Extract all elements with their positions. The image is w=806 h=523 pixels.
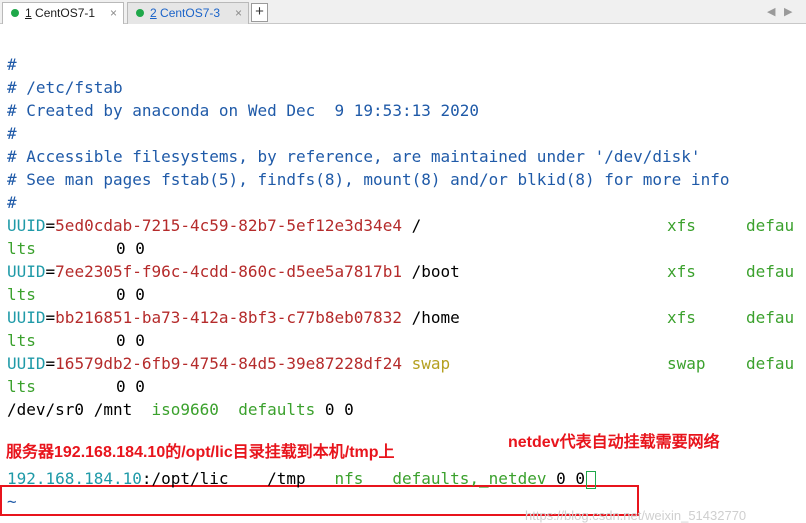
connected-status-icon [136,9,144,17]
tab-centos7-1[interactable]: 1 CentOS7-1 × [2,2,124,24]
mount-options-wrap: lts [7,377,36,396]
comment-line: # [7,124,17,143]
mount-options: defau [746,262,795,281]
fs-type: swap [667,354,706,373]
fs-type: xfs [667,216,696,235]
annotation-netdev-note: netdev代表自动挂载需要网络 [508,434,720,451]
comment-line: # Accessible filesystems, by reference, … [7,147,701,166]
scroll-tabs-left-icon[interactable]: ◀ [767,2,775,22]
comment-line: # /etc/fstab [7,78,123,97]
fstab-entry-sr0: /dev/sr0 /mnt iso9660 defaults 0 0 [7,400,354,419]
comment-line: # [7,193,17,212]
connected-status-icon [11,9,19,17]
tab-label: 2 CentOS7-3 [150,6,221,20]
dump-pass: 0 0 [116,239,145,258]
scroll-tabs-right-icon[interactable]: ▶ [784,2,792,22]
tab-label: 1 CentOS7-1 [25,6,96,20]
dump-pass: 0 0 [116,377,145,396]
comment-line: # Created by anaconda on Wed Dec 9 19:53… [7,101,480,120]
dump-pass: 0 0 [116,285,145,304]
watermark: https://blog.csdn.net/weixin_51432770 [525,508,747,523]
mount-options: defau [746,354,795,373]
fs-type: xfs [667,262,696,281]
mount-options-wrap: lts [7,331,36,350]
annotation-mount-note: 服务器192.168.184.10的/opt/lic目录挂载到本机/tmp上 [6,444,395,461]
text-cursor [586,470,597,489]
terminal-view[interactable]: # # /etc/fstab # Created by anaconda on … [0,24,806,523]
mount-options-wrap: lts [7,239,36,258]
add-tab-button[interactable]: + [251,3,268,22]
fstab-entry-root: UUID=5ed0cdab-7215-4c59-82b7-5ef12e3d34e… [7,216,422,235]
fstab-entry-swap: UUID=16579db2-6fb9-4754-84d5-39e87228df2… [7,354,451,373]
tab-bar: 1 CentOS7-1 × 2 CentOS7-3 × + ◀ ▶ [0,0,806,24]
comment-line: # [7,55,17,74]
mount-options-wrap: lts [7,285,36,304]
comment-line: # See man pages fstab(5), findfs(8), mou… [7,170,730,189]
mount-options: defau [746,216,795,235]
dump-pass: 0 0 [116,331,145,350]
close-tab-icon[interactable]: × [235,3,242,23]
fstab-entry-boot: UUID=7ee2305f-f96c-4cdd-860c-d5ee5a7817b… [7,262,460,281]
fstab-entry-nfs: 192.168.184.10:/opt/lic /tmp nfs default… [7,467,597,490]
fs-type: xfs [667,308,696,327]
tab-centos7-3[interactable]: 2 CentOS7-3 × [127,2,249,24]
close-tab-icon[interactable]: × [110,3,117,23]
fstab-entry-home: UUID=bb216851-ba73-412a-8bf3-c77b8eb0783… [7,308,460,327]
mount-options: defau [746,308,795,327]
